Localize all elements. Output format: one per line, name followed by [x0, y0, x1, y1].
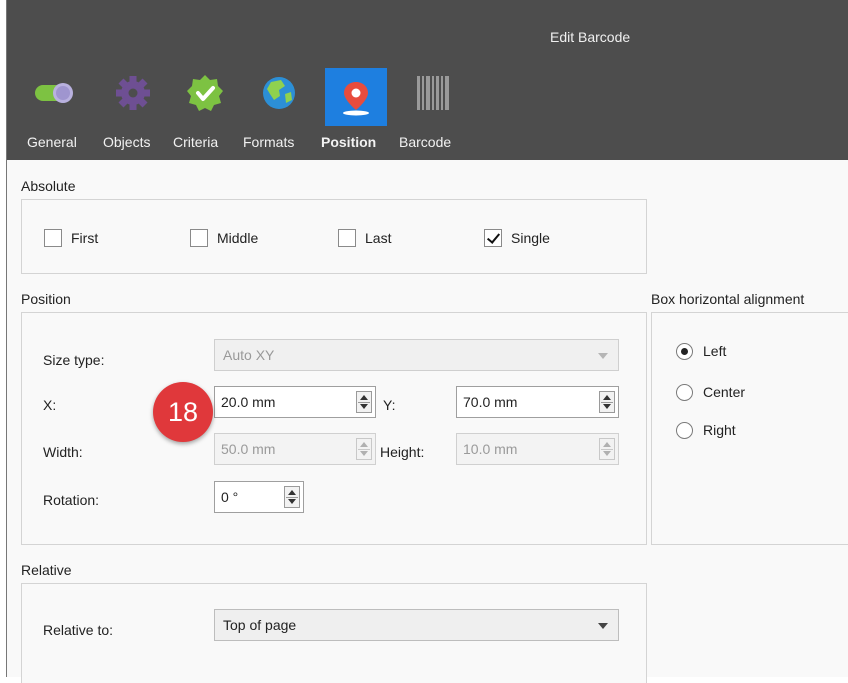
radio-circle [676, 421, 693, 439]
toggle-switch-icon [35, 83, 73, 103]
relative-section-title: Relative [21, 562, 72, 578]
window-title: Edit Barcode [550, 29, 631, 45]
height-label: Height: [380, 444, 425, 460]
rotation-stepper[interactable] [284, 486, 300, 508]
rotation-label: Rotation: [43, 492, 100, 508]
spin-up-icon [288, 490, 296, 495]
tab-barcode[interactable]: Barcode [399, 64, 469, 160]
y-value: 70.0 mm [463, 394, 518, 410]
single-checkbox[interactable]: Single [484, 228, 550, 248]
spin-down-icon [360, 404, 368, 409]
y-stepper[interactable] [599, 391, 615, 413]
align-center-radio[interactable]: Center [676, 382, 745, 402]
checkbox-box [338, 229, 356, 247]
checkbox-box [190, 229, 208, 247]
alignment-section-title: Box horizontal alignment [651, 291, 805, 307]
x-value: 20.0 mm [221, 394, 276, 410]
align-right-radio[interactable]: Right [676, 420, 736, 440]
relative-to-label: Relative to: [43, 622, 114, 638]
location-pin-icon [343, 82, 369, 116]
stepper-divider [601, 449, 613, 450]
height-value: 10.0 mm [463, 441, 518, 457]
radio-selected [676, 342, 693, 360]
rotation-input[interactable]: 0 ° [214, 481, 304, 513]
tab-label: General [27, 134, 77, 150]
tab-formats[interactable]: Formats [243, 64, 319, 160]
stepper-divider [286, 497, 298, 498]
checkbox-box-checked [484, 229, 502, 247]
tab-criteria[interactable]: Criteria [173, 64, 235, 160]
x-stepper[interactable] [356, 391, 372, 413]
spin-down-icon [360, 451, 368, 456]
relative-to-value: Top of page [223, 617, 297, 633]
stepper-divider [358, 449, 370, 450]
width-label: Width: [43, 444, 83, 460]
y-input[interactable]: 70.0 mm [456, 386, 619, 418]
spin-up-icon [603, 395, 611, 400]
tab-label: Formats [243, 134, 295, 150]
gear-icon [116, 76, 150, 110]
tab-objects[interactable]: Objects [99, 64, 169, 160]
globe-icon [263, 77, 295, 109]
size-type-value: Auto XY [223, 347, 275, 363]
align-right-label: Right [703, 422, 736, 438]
width-input[interactable]: 50.0 mm [214, 433, 376, 465]
last-label: Last [365, 230, 392, 246]
tab-label: Barcode [399, 134, 452, 150]
middle-label: Middle [217, 230, 259, 246]
stepper-divider [601, 402, 613, 403]
spin-down-icon [603, 451, 611, 456]
edit-barcode-dialog: Edit Barcode General Objects Criteria Fo… [6, 0, 848, 683]
tab-label: Position [321, 134, 377, 150]
relative-to-select[interactable]: Top of page [214, 609, 619, 641]
tab-position[interactable]: Position [321, 64, 401, 160]
check-badge-icon [187, 75, 223, 111]
spin-up-icon [360, 442, 368, 447]
tab-label: Objects [103, 134, 151, 150]
height-stepper[interactable] [599, 438, 615, 460]
stepper-divider [358, 402, 370, 403]
absolute-group: First Middle Last Single [21, 199, 647, 274]
position-section-title: Position [21, 291, 71, 307]
y-label: Y: [383, 397, 396, 413]
step-number-badge: 18 [153, 382, 213, 442]
chevron-down-icon [598, 623, 608, 629]
radio-circle [676, 383, 693, 401]
tab-general[interactable]: General [17, 64, 91, 160]
x-label: X: [43, 397, 57, 413]
alignment-group: Left Center Right [651, 312, 848, 545]
size-type-label: Size type: [43, 352, 105, 368]
x-input[interactable]: 20.0 mm [214, 386, 376, 418]
width-stepper[interactable] [356, 438, 372, 460]
spin-up-icon [360, 395, 368, 400]
spin-up-icon [603, 442, 611, 447]
width-value: 50.0 mm [221, 441, 276, 457]
align-center-label: Center [703, 384, 746, 400]
rotation-value: 0 ° [221, 489, 239, 505]
last-checkbox[interactable]: Last [338, 228, 391, 248]
barcode-icon [417, 76, 449, 110]
first-label: First [71, 230, 99, 246]
title-bar: Edit Barcode General Objects Criteria Fo… [7, 0, 848, 160]
spin-down-icon [288, 499, 296, 504]
absolute-section-title: Absolute [21, 178, 76, 194]
align-left-label: Left [703, 343, 727, 359]
middle-checkbox[interactable]: Middle [190, 228, 258, 248]
first-checkbox[interactable]: First [44, 228, 98, 248]
checkbox-box [44, 229, 62, 247]
spin-down-icon [603, 404, 611, 409]
single-label: Single [511, 230, 550, 246]
tab-label: Criteria [173, 134, 219, 150]
size-type-select[interactable]: Auto XY [214, 339, 619, 371]
height-input[interactable]: 10.0 mm [456, 433, 619, 465]
chevron-down-icon [598, 353, 608, 359]
align-left-radio[interactable]: Left [676, 341, 726, 361]
